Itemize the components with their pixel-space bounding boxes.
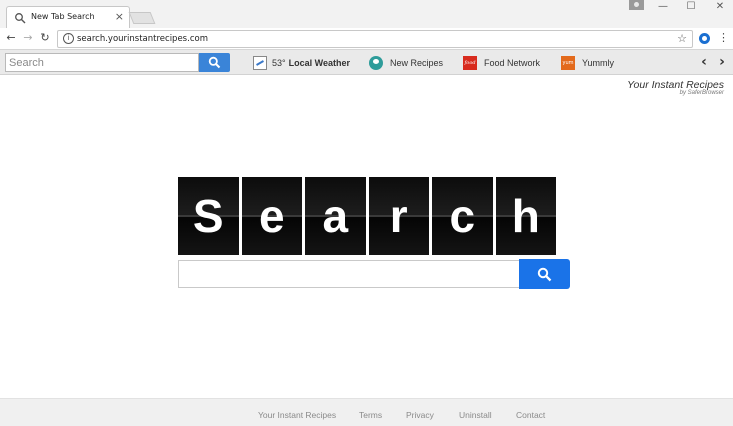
weather-label: Local Weather (288, 57, 350, 68)
forward-icon[interactable]: → (21, 31, 35, 45)
tile-letter: h (511, 190, 540, 242)
search-logo-tile: S (178, 177, 239, 255)
tile-letter: c (449, 190, 476, 242)
browser-tab[interactable]: New Tab Search × (6, 6, 130, 29)
weather-temp: 53° (272, 57, 286, 68)
reload-icon[interactable]: ↻ (38, 31, 52, 45)
bookmark-star-icon[interactable]: ☆ (677, 32, 687, 46)
tab-close-icon[interactable]: × (115, 10, 124, 24)
maximize-icon[interactable]: ☐ (678, 0, 704, 14)
food-network-icon: food (463, 55, 477, 70)
tile-letter: e (258, 190, 285, 242)
search-logo-tile: h (495, 177, 556, 255)
yummly-icon: yum (561, 55, 575, 70)
tab-title: New Tab Search (31, 12, 95, 21)
new-tab-button[interactable] (128, 12, 156, 24)
main-search-button[interactable] (519, 259, 570, 289)
tile-letter: r (389, 190, 408, 242)
footer: Your Instant Recipes Terms Privacy Unins… (0, 398, 733, 426)
info-icon[interactable]: i (63, 33, 74, 44)
new-recipes-link[interactable]: New Recipes (369, 53, 443, 72)
page: New Tab Search × — ☐ ✕ ← → ↻ i search.yo… (0, 0, 733, 426)
tab-strip: New Tab Search × — ☐ ✕ (0, 0, 733, 29)
address-bar[interactable]: i search.yourinstantrecipes.com ☆ (57, 30, 693, 48)
weather-icon (253, 55, 267, 70)
main-search-input[interactable] (178, 260, 520, 288)
footer-link-uninstall[interactable]: Uninstall (459, 410, 492, 420)
footer-link-contact[interactable]: Contact (516, 410, 545, 420)
chevron-left-icon[interactable]: ‹ (698, 53, 710, 72)
minimize-icon[interactable]: — (650, 0, 676, 14)
footer-link-privacy[interactable]: Privacy (406, 410, 434, 420)
footer-link-your-instant-recipes[interactable]: Your Instant Recipes (258, 410, 336, 420)
search-logo-tile: r (368, 177, 429, 255)
search-logo-tile: e (241, 177, 302, 255)
search-icon (15, 13, 26, 24)
url-text[interactable]: search.yourinstantrecipes.com (77, 34, 208, 44)
extension-icon[interactable] (699, 33, 710, 44)
weather-widget[interactable]: 53° Local Weather (253, 53, 350, 72)
yummly-link[interactable]: yum Yummly (561, 53, 614, 72)
browser-menu-icon[interactable]: ⋮ (718, 31, 729, 45)
search-icon (537, 267, 552, 281)
food-network-link[interactable]: food Food Network (463, 53, 540, 72)
search-logo-tile: c (432, 177, 493, 255)
extension-toolbar: 53° Local Weather New Recipes food Food … (0, 50, 733, 75)
chef-icon (369, 55, 383, 70)
yummly-label: Yummly (582, 57, 615, 68)
toolbar-search-button[interactable] (199, 53, 230, 72)
search-logo: S e a r c h (178, 177, 556, 255)
search-icon (208, 56, 221, 69)
brand-logo[interactable]: Your Instant Recipes by SaferBrowser (627, 79, 724, 96)
footer-link-terms[interactable]: Terms (359, 410, 382, 420)
search-logo-tile: a (305, 177, 366, 255)
new-recipes-label: New Recipes (390, 57, 444, 68)
tile-letter: S (192, 190, 224, 242)
close-window-icon[interactable]: ✕ (707, 0, 733, 14)
navigation-bar: ← → ↻ i search.yourinstantrecipes.com ☆ … (0, 28, 733, 50)
tile-letter: a (322, 190, 349, 242)
chevron-right-icon[interactable]: › (716, 53, 728, 72)
toolbar-search-input[interactable] (5, 53, 199, 72)
food-network-label: Food Network (484, 57, 541, 68)
profile-icon[interactable] (629, 0, 644, 10)
back-icon[interactable]: ← (4, 31, 18, 45)
